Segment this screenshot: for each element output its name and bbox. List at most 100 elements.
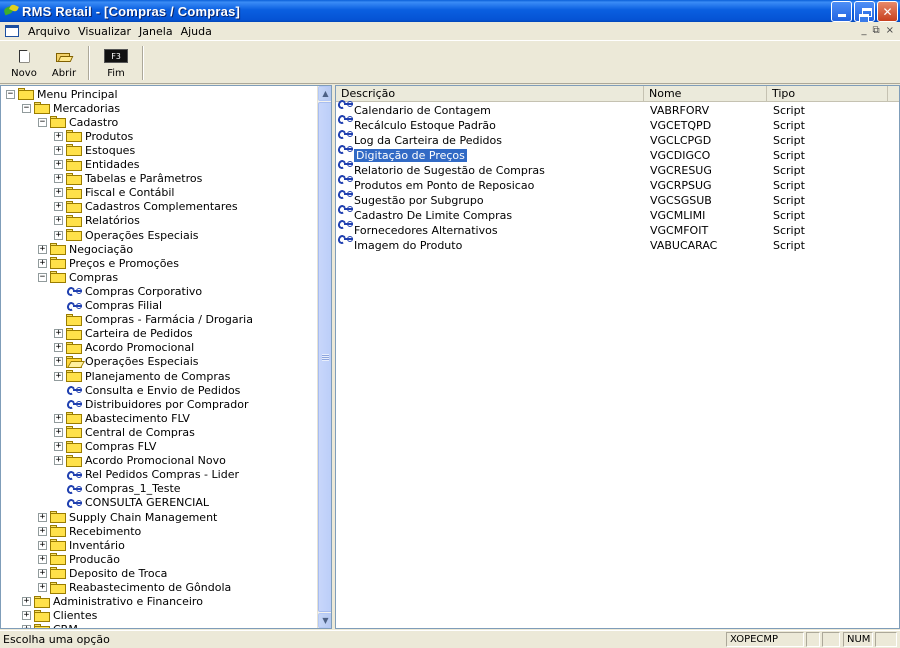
tree-item[interactable]: + Acordo Promocional Novo [54, 454, 226, 468]
column-header-descricao[interactable]: Descrição [336, 86, 644, 102]
mdi-close-button[interactable]: × [886, 25, 894, 36]
document-window-icon[interactable] [5, 25, 19, 37]
exit-button[interactable]: F3 Fim [98, 45, 134, 81]
tree-item[interactable]: + Operações Especiais [54, 228, 199, 242]
expand-icon[interactable]: + [54, 174, 63, 184]
tree-item[interactable]: + Clientes [22, 609, 97, 623]
tree-item[interactable]: + Preços e Promoções [38, 256, 179, 270]
expand-icon[interactable]: + [54, 131, 63, 141]
tree-item[interactable]: Compras Filial [54, 299, 162, 313]
expand-icon[interactable]: + [54, 343, 63, 353]
expand-icon[interactable]: + [54, 216, 63, 226]
title-bar[interactable]: RMS Retail - [Compras / Compras] ✕ [0, 0, 900, 23]
menu-arquivo[interactable]: Arquivo [24, 25, 74, 38]
mdi-minimize-button[interactable]: _ [861, 25, 866, 36]
menu-visualizar[interactable]: Visualizar [74, 25, 135, 38]
collapse-icon[interactable]: − [38, 117, 47, 127]
tree-item[interactable]: + Produtos [54, 129, 133, 143]
expand-icon[interactable]: + [38, 540, 47, 550]
list-row[interactable]: Log da Carteira de Pedidos VGCLCPGD Script [336, 128, 896, 148]
tree-item[interactable]: − Cadastro [38, 115, 118, 129]
expand-icon[interactable]: + [54, 188, 63, 198]
expand-icon[interactable]: + [38, 568, 47, 578]
list-row[interactable]: Recálculo Estoque Padrão VGCETQPD Script [336, 113, 896, 133]
expand-icon[interactable]: + [38, 583, 47, 592]
tree-item[interactable]: + Deposito de Troca [38, 566, 167, 580]
expand-icon[interactable]: + [54, 413, 63, 423]
collapse-icon[interactable]: − [38, 272, 47, 282]
tree-item[interactable]: Compras - Farmácia / Drogaria [54, 313, 253, 327]
open-button[interactable]: Abrir [46, 45, 82, 81]
tree-item[interactable]: + Reabastecimento de Gôndola [38, 581, 231, 595]
collapse-icon[interactable]: − [22, 103, 31, 113]
tree-item[interactable]: + Entidades [54, 158, 140, 172]
menu-janela[interactable]: Janela [135, 25, 177, 38]
list-row[interactable]: Imagem do Produto VABUCARAC Script [336, 233, 896, 253]
list-row[interactable]: Digitação de Preços VGCDIGCO Script [336, 143, 896, 163]
tree-item[interactable]: + Carteira de Pedidos [54, 327, 193, 341]
menu-tree[interactable]: − Menu Principal − Mercadorias − Cadastro + Pro… [0, 85, 332, 629]
tree-item[interactable]: + Abastecimento FLV [54, 411, 190, 425]
list-row[interactable]: Sugestão por Subgrupo VGCSGSUB Script [336, 188, 896, 208]
expand-icon[interactable]: + [54, 202, 63, 212]
tree-item[interactable]: − Mercadorias [22, 101, 120, 115]
tree-item[interactable]: + Fiscal e Contábil [54, 186, 174, 200]
tree-item[interactable]: + Estoques [54, 143, 135, 157]
expand-icon[interactable]: + [54, 442, 63, 451]
tree-item[interactable]: + Relatórios [54, 214, 140, 228]
expand-icon[interactable]: + [54, 160, 63, 169]
tree-item[interactable]: Compras_1_Teste [54, 482, 181, 496]
expand-icon[interactable]: + [38, 512, 47, 522]
tree-item[interactable]: + Administrativo e Financeiro [22, 595, 203, 609]
expand-icon[interactable]: + [54, 456, 63, 466]
tree-item[interactable]: + Inventário [38, 538, 125, 552]
list-row[interactable]: Produtos em Ponto de Reposicao VGCRPSUG Sc… [336, 173, 896, 193]
scroll-up-button[interactable]: ▲ [318, 86, 331, 101]
tree-item[interactable]: + Operações Especiais [54, 355, 199, 369]
expand-icon[interactable]: + [54, 427, 63, 437]
expand-icon[interactable]: + [54, 329, 63, 339]
tree-item[interactable]: + CRM [22, 623, 78, 628]
tree-item[interactable]: − Menu Principal [6, 87, 118, 101]
column-header-tipo[interactable]: Tipo [767, 86, 888, 102]
program-list[interactable]: Descrição Nome Tipo Calendario de Contag… [335, 85, 900, 629]
tree-item[interactable]: + Central de Compras [54, 425, 195, 439]
expand-icon[interactable]: + [54, 230, 63, 240]
column-header-nome[interactable]: Nome [644, 86, 767, 102]
restore-button[interactable] [854, 1, 875, 23]
expand-icon[interactable]: + [38, 258, 47, 268]
expand-icon[interactable]: + [22, 611, 31, 621]
list-row[interactable]: Calendario de Contagem VABRFORV Script [336, 98, 896, 118]
tree-item[interactable]: Compras Corporativo [54, 284, 202, 298]
collapse-icon[interactable]: − [6, 89, 15, 99]
list-row[interactable]: Fornecedores Alternativos VGCMFOIT Script [336, 218, 896, 238]
tree-item[interactable]: Rel Pedidos Compras - Lider [54, 468, 239, 482]
expand-icon[interactable]: + [54, 357, 63, 367]
expand-icon[interactable]: + [38, 526, 47, 536]
scroll-down-button[interactable]: ▼ [318, 613, 331, 628]
tree-item[interactable]: + Planejamento de Compras [54, 369, 230, 383]
tree-item[interactable]: + Producão [38, 552, 120, 566]
tree-item[interactable]: + Supply Chain Management [38, 510, 217, 524]
tree-item[interactable]: Consulta e Envio de Pedidos [54, 383, 240, 397]
close-button[interactable]: ✕ [877, 1, 898, 22]
mdi-restore-icon[interactable]: ⧉ [872, 25, 879, 36]
expand-icon[interactable]: + [54, 145, 63, 155]
expand-icon[interactable]: + [54, 371, 63, 381]
expand-icon[interactable]: + [38, 554, 47, 564]
tree-item[interactable]: + Acordo Promocional [54, 341, 194, 355]
new-button[interactable]: Novo [6, 45, 42, 81]
tree-scrollbar[interactable]: ▲ ▼ [317, 86, 331, 628]
expand-icon[interactable]: + [22, 625, 31, 628]
tree-item[interactable]: + Recebimento [38, 524, 141, 538]
expand-icon[interactable]: + [38, 244, 47, 254]
list-row[interactable]: Relatorio de Sugestão de Compras VGCRESUG… [336, 158, 896, 178]
menu-ajuda[interactable]: Ajuda [177, 25, 216, 38]
expand-icon[interactable]: + [22, 597, 31, 607]
tree-item[interactable]: + Tabelas e Parâmetros [54, 172, 202, 186]
tree-item[interactable]: + Negociação [38, 242, 133, 256]
tree-item[interactable]: + Compras FLV [54, 440, 156, 454]
list-row[interactable]: Cadastro De Limite Compras VGCMLIMI Script [336, 203, 896, 223]
tree-item[interactable]: − Compras [38, 270, 118, 284]
tree-item[interactable]: + Cadastros Complementares [54, 200, 238, 214]
